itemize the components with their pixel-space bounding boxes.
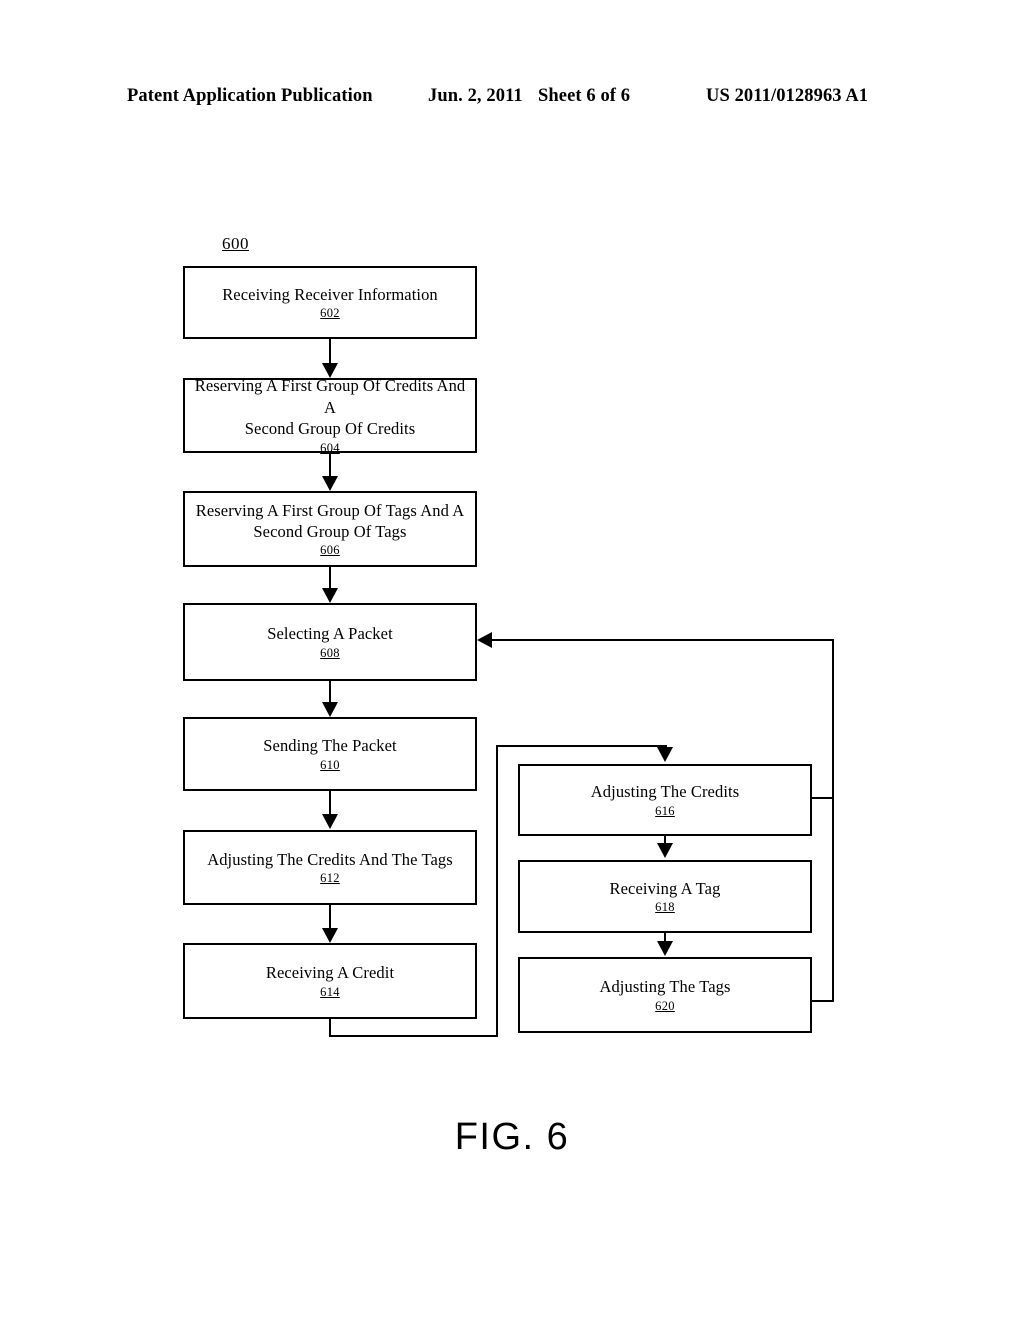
flow-node-606-label: Reserving A First Group Of Tags And A Se… (195, 500, 465, 541)
connector-614-to-616-segment-top (496, 745, 667, 747)
flow-node-614-ref: 614 (320, 984, 340, 999)
connector-618-to-620-line (664, 933, 666, 941)
connector-604-to-606-line (329, 453, 331, 477)
connector-608-to-610-line (329, 681, 331, 703)
flow-node-610-ref: 610 (320, 757, 340, 772)
connector-612-to-614-line (329, 905, 331, 929)
connector-602-to-604-line (329, 339, 331, 364)
flow-node-616-ref: 616 (655, 803, 675, 818)
feedback-bus-to-608-line (492, 639, 834, 641)
flow-node-604-label: Reserving A First Group Of Credits And A… (194, 376, 466, 439)
feedback-bus-vertical-line (832, 639, 834, 1002)
flow-node-602-label: Receiving Receiver Information (222, 284, 438, 304)
connector-614-to-616-segment-right (329, 1035, 498, 1037)
flow-node-604-ref: 604 (320, 440, 340, 455)
connector-614-to-616-segment-up (496, 745, 498, 1037)
flow-node-612: Adjusting The Credits And The Tags 612 (183, 830, 477, 905)
flow-node-620-label: Adjusting The Tags (599, 977, 731, 997)
flow-node-610: Sending The Packet 610 (183, 717, 477, 791)
connector-620-to-bus-line (812, 1000, 834, 1002)
connector-614-to-616-arrow (657, 747, 673, 762)
connector-608-to-610-arrow (322, 702, 338, 717)
flow-node-614-label: Receiving A Credit (265, 963, 395, 983)
flow-node-604: Reserving A First Group Of Credits And A… (183, 376, 477, 455)
flow-node-612-label: Adjusting The Credits And The Tags (207, 849, 453, 869)
flow-node-620-ref: 620 (655, 998, 675, 1013)
flow-node-606-ref: 606 (320, 543, 340, 558)
flow-node-602-ref: 602 (320, 306, 340, 321)
flow-node-608: Selecting A Packet 608 (183, 603, 477, 681)
flow-node-608-ref: 608 (320, 645, 340, 660)
flow-node-606: Reserving A First Group Of Tags And A Se… (183, 491, 477, 567)
connector-610-to-612-line (329, 791, 331, 815)
flow-node-614: Receiving A Credit 614 (183, 943, 477, 1019)
connector-606-to-608-line (329, 567, 331, 589)
connector-612-to-614-arrow (322, 928, 338, 943)
flow-node-616-label: Adjusting The Credits (590, 782, 740, 802)
flow-node-618-ref: 618 (655, 900, 675, 915)
connector-610-to-612-arrow (322, 814, 338, 829)
figure-caption: FIG. 6 (454, 1116, 570, 1158)
flow-node-610-label: Sending The Packet (263, 736, 397, 756)
flow-node-616: Adjusting The Credits 616 (518, 764, 812, 836)
connector-618-to-620-arrow (657, 941, 673, 956)
connector-616-to-bus-line (812, 797, 834, 799)
flow-node-612-ref: 612 (320, 871, 340, 886)
flow-node-618-label: Receiving A Tag (609, 878, 721, 898)
connector-606-to-608-arrow (322, 588, 338, 603)
flow-node-608-label: Selecting A Packet (267, 624, 393, 644)
connector-616-to-618-arrow (657, 843, 673, 858)
flowchart-reference-numeral: 600 (222, 234, 249, 253)
feedback-bus-to-608-arrow (477, 632, 492, 648)
connector-604-to-606-arrow (322, 476, 338, 491)
flowchart-figure: 600 Receiving Receiver Information 602 R… (0, 0, 1024, 1320)
flow-node-602: Receiving Receiver Information 602 (183, 266, 477, 339)
flow-node-620: Adjusting The Tags 620 (518, 957, 812, 1033)
flow-node-618: Receiving A Tag 618 (518, 860, 812, 933)
